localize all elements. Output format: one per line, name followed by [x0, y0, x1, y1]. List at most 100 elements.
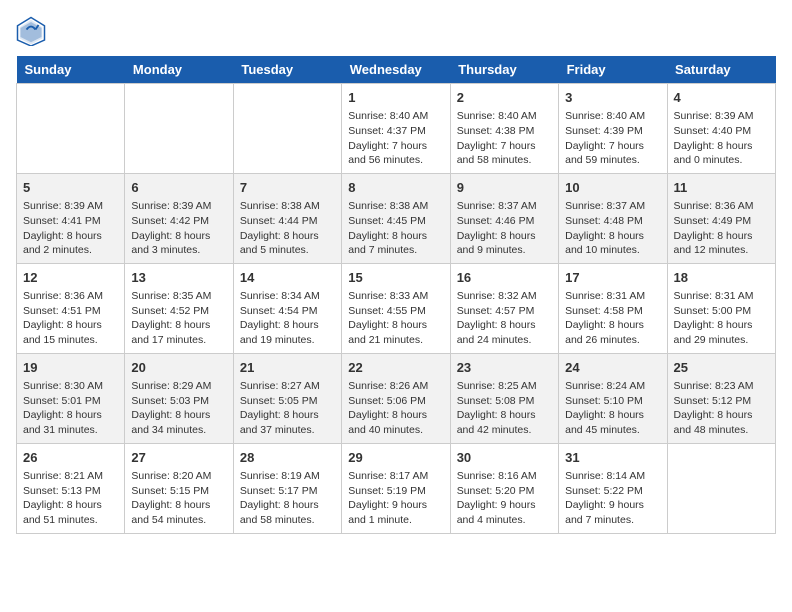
day-info: Sunrise: 8:32 AM	[457, 289, 552, 304]
header-day-tuesday: Tuesday	[233, 56, 341, 84]
calendar-cell	[125, 84, 233, 174]
calendar-cell: 22Sunrise: 8:26 AMSunset: 5:06 PMDayligh…	[342, 353, 450, 443]
day-info: Sunset: 4:37 PM	[348, 124, 443, 139]
day-info: and 21 minutes.	[348, 333, 443, 348]
day-info: Daylight: 9 hours	[348, 498, 443, 513]
calendar-cell: 11Sunrise: 8:36 AMSunset: 4:49 PMDayligh…	[667, 173, 775, 263]
day-info: and 58 minutes.	[240, 513, 335, 528]
day-info: Daylight: 8 hours	[674, 229, 769, 244]
calendar-cell: 8Sunrise: 8:38 AMSunset: 4:45 PMDaylight…	[342, 173, 450, 263]
day-number: 18	[674, 269, 769, 287]
day-info: Sunrise: 8:19 AM	[240, 469, 335, 484]
day-info: Sunrise: 8:37 AM	[457, 199, 552, 214]
day-info: Daylight: 8 hours	[348, 318, 443, 333]
day-info: Sunset: 4:42 PM	[131, 214, 226, 229]
day-info: and 34 minutes.	[131, 423, 226, 438]
day-info: and 19 minutes.	[240, 333, 335, 348]
day-number: 31	[565, 449, 660, 467]
calendar-cell: 9Sunrise: 8:37 AMSunset: 4:46 PMDaylight…	[450, 173, 558, 263]
day-info: Sunrise: 8:36 AM	[23, 289, 118, 304]
day-number: 27	[131, 449, 226, 467]
day-info: and 17 minutes.	[131, 333, 226, 348]
day-number: 6	[131, 179, 226, 197]
day-info: and 4 minutes.	[457, 513, 552, 528]
week-row-2: 5Sunrise: 8:39 AMSunset: 4:41 PMDaylight…	[17, 173, 776, 263]
day-number: 24	[565, 359, 660, 377]
day-info: Daylight: 8 hours	[457, 408, 552, 423]
day-info: Sunset: 5:01 PM	[23, 394, 118, 409]
day-info: Daylight: 8 hours	[240, 229, 335, 244]
day-number: 15	[348, 269, 443, 287]
day-info: Daylight: 8 hours	[674, 318, 769, 333]
day-info: and 12 minutes.	[674, 243, 769, 258]
day-info: Daylight: 8 hours	[457, 229, 552, 244]
day-info: Sunset: 5:06 PM	[348, 394, 443, 409]
day-info: and 10 minutes.	[565, 243, 660, 258]
day-info: Sunrise: 8:31 AM	[565, 289, 660, 304]
day-info: Sunrise: 8:24 AM	[565, 379, 660, 394]
day-info: and 54 minutes.	[131, 513, 226, 528]
calendar-cell: 14Sunrise: 8:34 AMSunset: 4:54 PMDayligh…	[233, 263, 341, 353]
day-info: Sunset: 5:03 PM	[131, 394, 226, 409]
day-info: Sunrise: 8:14 AM	[565, 469, 660, 484]
calendar-cell: 2Sunrise: 8:40 AMSunset: 4:38 PMDaylight…	[450, 84, 558, 174]
day-number: 20	[131, 359, 226, 377]
header-day-monday: Monday	[125, 56, 233, 84]
calendar-cell: 25Sunrise: 8:23 AMSunset: 5:12 PMDayligh…	[667, 353, 775, 443]
day-info: Sunrise: 8:23 AM	[674, 379, 769, 394]
day-info: Sunrise: 8:39 AM	[23, 199, 118, 214]
day-info: and 0 minutes.	[674, 153, 769, 168]
day-info: Sunrise: 8:20 AM	[131, 469, 226, 484]
day-number: 4	[674, 89, 769, 107]
day-info: Sunrise: 8:40 AM	[348, 109, 443, 124]
day-info: Sunrise: 8:29 AM	[131, 379, 226, 394]
calendar-cell: 26Sunrise: 8:21 AMSunset: 5:13 PMDayligh…	[17, 443, 125, 533]
calendar-cell: 17 Sunrise: 8:31 AMSunset: 4:58 PMDayligh…	[559, 263, 667, 353]
header-day-saturday: Saturday	[667, 56, 775, 84]
calendar-cell	[17, 84, 125, 174]
logo	[16, 16, 50, 46]
day-info: Sunset: 4:58 PM	[565, 304, 660, 319]
day-info: Sunset: 4:55 PM	[348, 304, 443, 319]
day-number: 17	[565, 269, 660, 287]
day-info: Daylight: 8 hours	[23, 318, 118, 333]
calendar-cell: 10Sunrise: 8:37 AMSunset: 4:48 PMDayligh…	[559, 173, 667, 263]
day-info: Sunset: 4:39 PM	[565, 124, 660, 139]
header-row: SundayMondayTuesdayWednesdayThursdayFrid…	[17, 56, 776, 84]
day-number: 14	[240, 269, 335, 287]
day-number: 29	[348, 449, 443, 467]
day-info: and 40 minutes.	[348, 423, 443, 438]
calendar-cell: 6Sunrise: 8:39 AMSunset: 4:42 PMDaylight…	[125, 173, 233, 263]
calendar-cell: 7Sunrise: 8:38 AMSunset: 4:44 PMDaylight…	[233, 173, 341, 263]
calendar-cell: 18Sunrise: 8:31 AMSunset: 5:00 PMDayligh…	[667, 263, 775, 353]
day-info: and 24 minutes.	[457, 333, 552, 348]
day-info: Daylight: 8 hours	[131, 408, 226, 423]
day-number: 21	[240, 359, 335, 377]
day-info: Sunset: 5:08 PM	[457, 394, 552, 409]
day-info: Sunset: 4:52 PM	[131, 304, 226, 319]
day-info: Sunrise: 8:34 AM	[240, 289, 335, 304]
day-number: 16	[457, 269, 552, 287]
day-info: Sunrise: 8:38 AM	[240, 199, 335, 214]
day-info: Daylight: 8 hours	[131, 318, 226, 333]
day-info: Sunset: 5:00 PM	[674, 304, 769, 319]
header-day-sunday: Sunday	[17, 56, 125, 84]
day-number: 8	[348, 179, 443, 197]
day-info: Daylight: 8 hours	[565, 318, 660, 333]
day-info: Sunset: 5:19 PM	[348, 484, 443, 499]
calendar-cell: 30Sunrise: 8:16 AMSunset: 5:20 PMDayligh…	[450, 443, 558, 533]
day-number: 30	[457, 449, 552, 467]
day-info: Sunset: 4:41 PM	[23, 214, 118, 229]
day-info: Daylight: 8 hours	[240, 408, 335, 423]
calendar-cell: 4Sunrise: 8:39 AMSunset: 4:40 PMDaylight…	[667, 84, 775, 174]
day-info: Sunrise: 8:30 AM	[23, 379, 118, 394]
calendar-cell: 29Sunrise: 8:17 AMSunset: 5:19 PMDayligh…	[342, 443, 450, 533]
day-info: and 37 minutes.	[240, 423, 335, 438]
calendar-cell: 28Sunrise: 8:19 AMSunset: 5:17 PMDayligh…	[233, 443, 341, 533]
day-info: Daylight: 7 hours	[348, 139, 443, 154]
day-info: and 45 minutes.	[565, 423, 660, 438]
day-info: Sunset: 4:44 PM	[240, 214, 335, 229]
day-info: Daylight: 8 hours	[240, 318, 335, 333]
day-number: 13	[131, 269, 226, 287]
day-info: Daylight: 8 hours	[674, 139, 769, 154]
